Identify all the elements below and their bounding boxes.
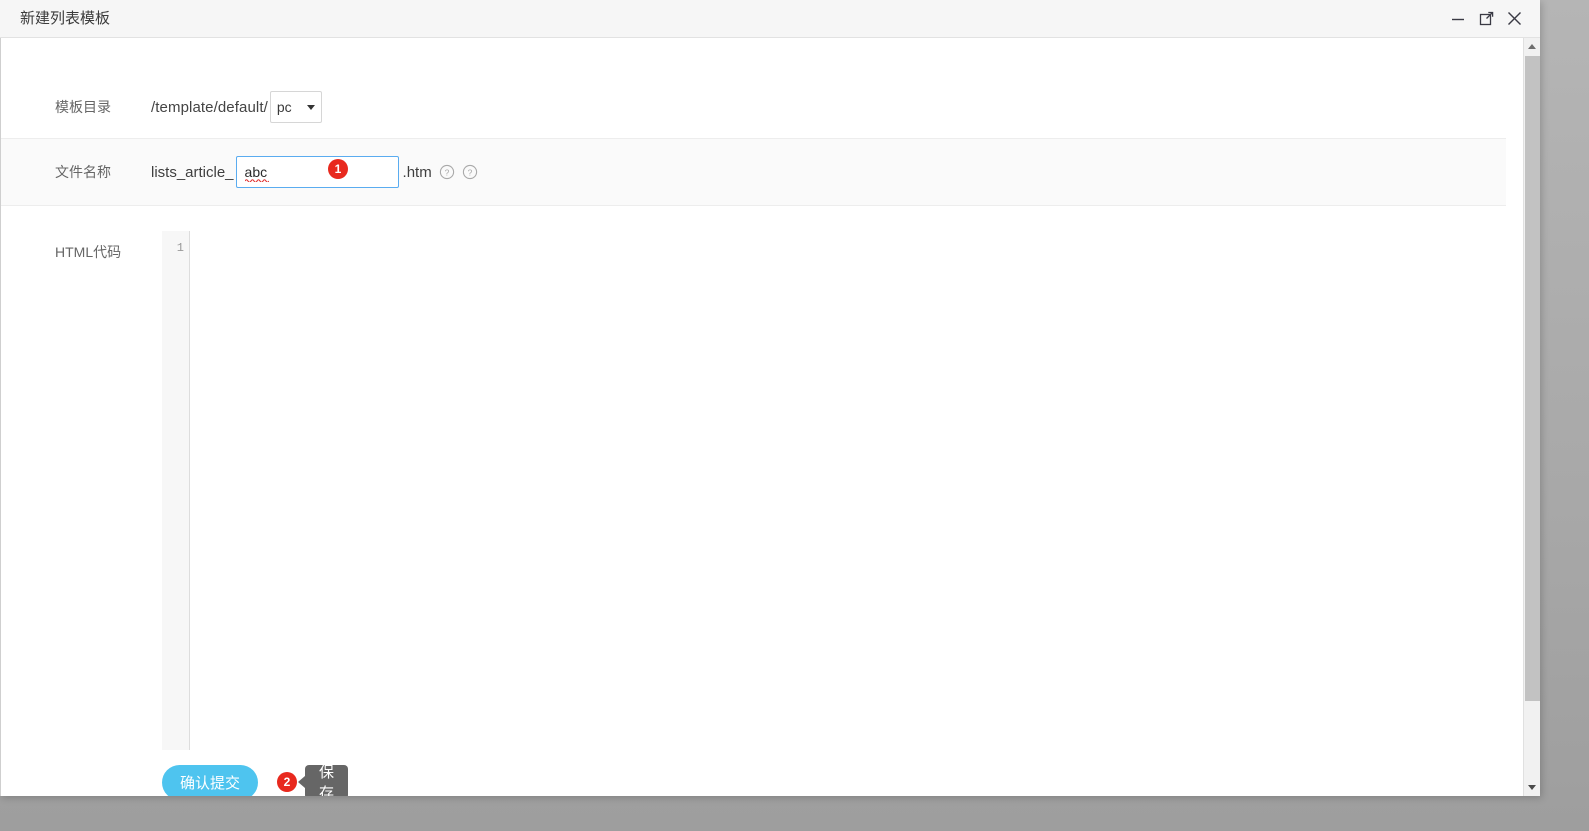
label-html-code: HTML代码 [55,244,122,260]
tooltip-arrow-icon [298,776,305,788]
template-path-text: /template/default/ [151,98,268,116]
label-template-directory: 模板目录 [55,99,111,115]
modal-body: 模板目录 /template/default/ pc 文件名称 lists_ar… [0,38,1540,796]
code-line-numbers: 1 [162,231,190,750]
form-row-template-directory: 模板目录 /template/default/ pc [1,76,1506,138]
close-button[interactable] [1497,0,1531,37]
save-tooltip: 保存 [298,764,349,796]
form-row-file-name: 文件名称 lists_article_ .htm ? [1,138,1506,206]
vertical-scrollbar[interactable] [1523,38,1540,796]
step-badge-2: 2 [277,772,297,792]
html-code-editor[interactable]: 1 [162,231,1506,750]
field-template-directory: /template/default/ pc [151,91,322,123]
save-tooltip-label: 保存 [319,764,335,796]
file-name-input-wrapper [234,156,399,188]
maximize-icon [1479,11,1494,26]
label-file-name: 文件名称 [55,164,111,180]
file-name-prefix: lists_article_ [151,163,234,181]
footer-actions: 确认提交 保存 [162,764,349,796]
svg-text:?: ? [467,167,472,177]
scroll-up-icon [1528,44,1536,49]
chevron-down-icon [306,104,315,110]
svg-text:?: ? [444,167,449,177]
scroll-down-icon [1528,785,1536,790]
close-icon [1507,11,1522,26]
help-icon[interactable]: ? [439,164,455,180]
submit-button[interactable]: 确认提交 [162,765,258,796]
file-name-suffix: .htm [402,163,432,181]
scrollbar-thumb[interactable] [1525,56,1540,701]
window-title: 新建列表模板 [20,10,111,27]
modal-window: 新建列表模板 模板目录 /template/default/ pc 文件名称 l… [0,0,1540,796]
template-directory-select[interactable]: pc [269,91,322,123]
window-titlebar: 新建列表模板 [0,0,1540,38]
scroll-up-button[interactable] [1524,38,1540,55]
minimize-icon [1451,12,1465,26]
template-directory-select-value: pc [276,99,292,115]
step-badge-1: 1 [328,159,348,179]
code-text-area[interactable] [190,231,1506,750]
field-file-name: lists_article_ .htm ? [151,156,478,188]
scroll-down-button[interactable] [1524,779,1540,796]
file-name-input[interactable] [235,156,399,188]
help-icon[interactable]: ? [462,164,478,180]
